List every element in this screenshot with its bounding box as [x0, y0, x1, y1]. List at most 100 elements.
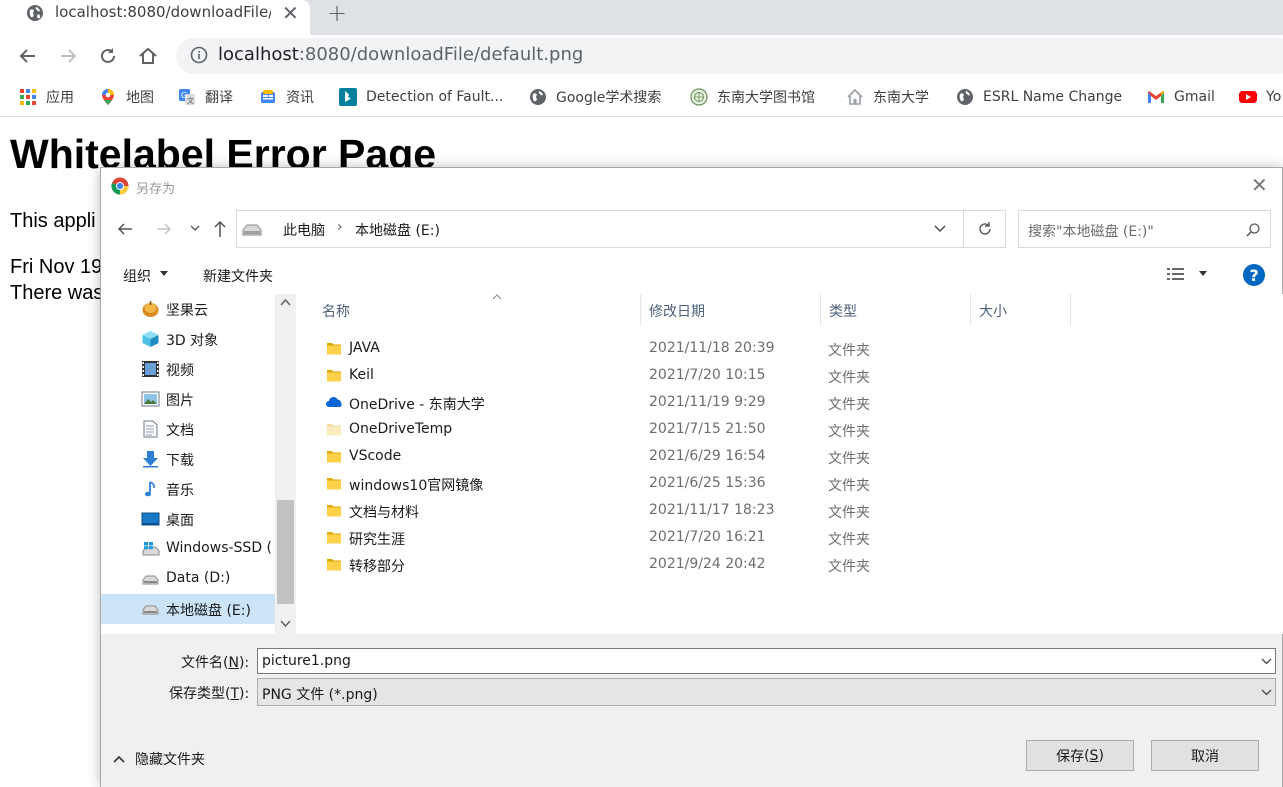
youtube-icon: [1239, 91, 1257, 103]
scrollbar-thumb[interactable]: [277, 500, 294, 604]
breadcrumb-this-pc[interactable]: 此电脑: [283, 220, 325, 240]
sort-ascending-icon: [492, 294, 502, 300]
address-bar[interactable]: localhost:8080/downloadFile/default.png: [176, 38, 1283, 74]
file-row[interactable]: Keil 2021/7/20 10:15 文件夹: [296, 362, 1283, 389]
view-options-icon[interactable]: [1166, 266, 1186, 282]
file-row[interactable]: JAVA 2021/11/18 20:39 文件夹: [296, 335, 1283, 362]
close-icon[interactable]: ✕: [1251, 173, 1268, 197]
filetype-access-key: T: [230, 686, 240, 702]
filetype-select[interactable]: PNG 文件 (*.png): [257, 678, 1276, 706]
path-bar[interactable]: 此电脑 › 本地磁盘 (E:): [236, 210, 964, 248]
reload-icon[interactable]: [95, 43, 121, 69]
globe-icon: [957, 89, 973, 105]
file-row[interactable]: VScode 2021/6/29 16:54 文件夹: [296, 443, 1283, 470]
tab-close-icon[interactable]: ✕: [282, 1, 299, 25]
breadcrumb-separator[interactable]: ›: [337, 219, 343, 235]
nav-item-label: 视频: [166, 363, 194, 379]
music-icon: [145, 481, 155, 497]
save-as-dialog: 另存为 ✕ 此电脑 › 本地磁盘 (E:) 搜索"本地磁盘 (E:)" 组织 新…: [100, 167, 1283, 787]
chevron-up-icon: [113, 755, 125, 763]
save-access-key: S: [1089, 747, 1099, 764]
site-info-icon[interactable]: [190, 46, 208, 64]
chevron-up-icon[interactable]: [280, 298, 291, 306]
bookmark-youtube[interactable]: Yo: [1239, 86, 1281, 108]
nav-item-documents[interactable]: 文档: [101, 414, 275, 444]
file-row[interactable]: 转移部分 2021/9/24 20:42 文件夹: [296, 551, 1283, 578]
bookmark-google-scholar[interactable]: Google学术搜索: [529, 86, 661, 108]
nav-item-local-disk-e[interactable]: 本地磁盘 (E:): [101, 594, 275, 624]
filename-input[interactable]: [262, 651, 1242, 671]
nav-item-data-d[interactable]: Data (D:): [101, 564, 275, 594]
organize-button[interactable]: 组织: [123, 266, 151, 286]
cancel-button[interactable]: 取消: [1151, 740, 1259, 771]
hide-folders-toggle[interactable]: 隐藏文件夹: [113, 749, 205, 769]
pictures-icon: [141, 391, 160, 407]
nav-item-label: 桌面: [166, 513, 194, 529]
bookmark-label: 东南大学: [873, 90, 929, 106]
file-row[interactable]: windows10官网镜像 2021/6/25 15:36 文件夹: [296, 470, 1283, 497]
nav-item-pictures[interactable]: 图片: [101, 384, 275, 414]
browser-tab[interactable]: localhost:8080/downloadFile/default.png …: [0, 0, 310, 35]
dialog-titlebar[interactable]: 另存为 ✕: [101, 168, 1282, 204]
refresh-icon: [979, 222, 991, 235]
chevron-down-icon[interactable]: [933, 224, 947, 234]
file-row[interactable]: OneDriveTemp 2021/7/15 21:50 文件夹: [296, 416, 1283, 443]
nav-item-desktop[interactable]: 桌面: [101, 504, 275, 534]
bookmark-seu-library[interactable]: 东南大学图书馆: [690, 86, 815, 108]
news-icon: [261, 90, 275, 103]
chevron-down-icon[interactable]: [280, 620, 291, 628]
column-divider[interactable]: [1070, 294, 1071, 326]
search-input[interactable]: 搜索"本地磁盘 (E:)": [1018, 210, 1271, 248]
gmail-icon: [1148, 91, 1164, 103]
file-name: 文档与材料: [349, 505, 419, 521]
nav-item-3d-objects[interactable]: 3D 对象: [101, 324, 275, 354]
new-folder-button[interactable]: 新建文件夹: [203, 266, 273, 286]
back-arrow-icon[interactable]: [15, 43, 41, 69]
nav-item-label: 图片: [166, 393, 194, 409]
nav-scrollbar[interactable]: [275, 294, 296, 634]
file-row[interactable]: 文档与材料 2021/11/17 18:23 文件夹: [296, 497, 1283, 524]
file-row[interactable]: 研究生涯 2021/7/20 16:21 文件夹: [296, 524, 1283, 551]
folder-icon: [327, 451, 341, 463]
chevron-down-icon[interactable]: [1261, 658, 1272, 665]
nav-item-nutstore[interactable]: 坚果云: [101, 294, 275, 324]
nav-item-videos[interactable]: 视频: [101, 354, 275, 384]
bookmark-translate[interactable]: G文 翻译: [178, 86, 233, 108]
chevron-down-icon[interactable]: [1199, 271, 1207, 277]
column-header-name[interactable]: 名称: [314, 294, 641, 326]
filename-field[interactable]: [257, 648, 1276, 674]
column-header-modified[interactable]: 修改日期: [641, 294, 821, 326]
forward-arrow-icon[interactable]: [153, 218, 175, 240]
forward-arrow-icon[interactable]: [55, 43, 81, 69]
bookmark-label: 地图: [126, 90, 154, 106]
chevron-down-icon[interactable]: [160, 271, 168, 277]
nav-item-windows-ssd[interactable]: Windows-SSD (: [101, 534, 275, 564]
column-header-label: 类型: [829, 304, 857, 320]
column-header-type[interactable]: 类型: [821, 294, 971, 326]
breadcrumb-drive[interactable]: 本地磁盘 (E:): [355, 220, 440, 240]
command-bar: 组织 新建文件夹 ?: [101, 258, 1282, 294]
up-arrow-icon[interactable]: [211, 218, 229, 240]
new-tab-button[interactable]: +: [327, 0, 347, 27]
bookmark-esrl-name-change[interactable]: ESRL Name Change: [956, 86, 1122, 108]
bookmark-gmail[interactable]: Gmail: [1147, 86, 1215, 108]
desktop-icon: [141, 512, 160, 526]
bookmark-detection-of-fault[interactable]: Detection of Fault...: [339, 86, 503, 108]
bookmark-maps[interactable]: 地图: [99, 86, 154, 108]
column-header-size[interactable]: 大小: [971, 294, 1071, 326]
file-row[interactable]: OneDrive - 东南大学 2021/11/19 9:29 文件夹: [296, 389, 1283, 416]
nav-item-music[interactable]: 音乐: [101, 474, 275, 504]
help-icon[interactable]: ?: [1242, 263, 1266, 287]
dialog-title: 另存为: [136, 182, 176, 197]
chevron-down-icon[interactable]: [1261, 689, 1272, 696]
bookmark-apps[interactable]: 应用: [19, 86, 74, 108]
bookmark-news[interactable]: 资讯: [259, 86, 314, 108]
chevron-down-icon[interactable]: [189, 220, 201, 236]
refresh-button[interactable]: [964, 210, 1006, 248]
file-type: 文件夹: [828, 370, 870, 386]
save-button[interactable]: 保存(S): [1026, 740, 1134, 771]
bookmark-seu[interactable]: 东南大学: [846, 86, 929, 108]
nav-item-downloads[interactable]: 下载: [101, 444, 275, 474]
home-icon[interactable]: [135, 43, 161, 69]
back-arrow-icon[interactable]: [114, 218, 136, 240]
